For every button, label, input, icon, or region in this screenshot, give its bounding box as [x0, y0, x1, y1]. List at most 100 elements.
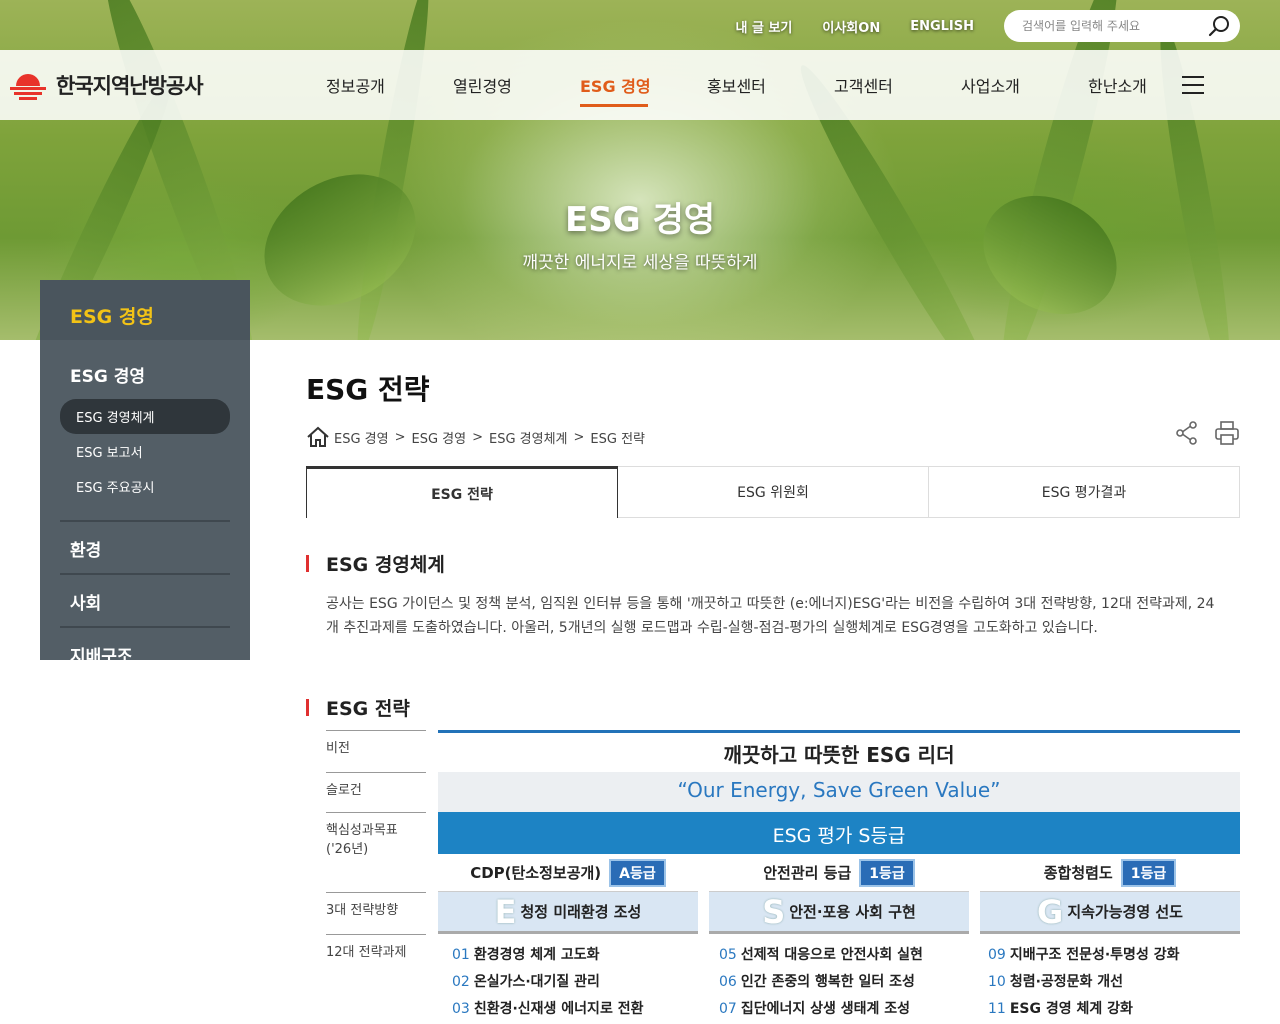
kpi-cdp: CDP(탄소정보공개) A등급: [438, 854, 698, 892]
gnb-item-open[interactable]: 열린경영: [443, 73, 570, 97]
hero-title: ESG 경영: [564, 200, 716, 240]
side-navigation: ESG 경영 ESG 경영 ESG 경영체계 ESG 보고서 ESG 주요공시 …: [40, 280, 250, 667]
home-icon[interactable]: [306, 426, 330, 448]
search-input[interactable]: [1022, 19, 1208, 33]
goal-text: ESG 평가 S등급: [772, 825, 906, 847]
gnb-item-business[interactable]: 사업소개: [951, 73, 1078, 97]
lnb-subitem-framework[interactable]: ESG 경영체계: [60, 399, 230, 434]
lnb-item-esg[interactable]: ESG 경영: [60, 362, 230, 387]
task-text: 선제적 대응으로 안전사회 실현: [740, 947, 923, 963]
breadcrumb-item[interactable]: ESG 전략: [590, 428, 645, 447]
tab-esg-committee[interactable]: ESG 위원회: [618, 466, 929, 518]
task-number: 06: [719, 974, 737, 990]
print-icon[interactable]: [1214, 420, 1240, 446]
task-item: 11 ESG 경영 체계 강화: [988, 998, 1133, 1018]
strategy-diagram: 비전 슬로건 핵심성과목표 ('26년) 3대 전략방향 12대 전략과제 깨끗…: [306, 730, 1240, 1024]
section-title-framework: ESG 경영체계: [306, 550, 445, 577]
lnb-item-governance[interactable]: 지배구조: [70, 642, 250, 667]
task-text: 지배구조 전문성·투명성 강화: [1009, 947, 1180, 963]
task-text: 인간 존중의 행복한 일터 조성: [740, 974, 915, 990]
breadcrumb-item[interactable]: ESG 경영: [334, 428, 389, 447]
section-text-framework: 공사는 ESG 가이던스 및 정책 분석, 임직원 인터뷰 등을 통해 '깨끗하…: [326, 596, 1215, 636]
direction-label: 청정 미래환경 조성: [520, 903, 642, 921]
task-text: 집단에너지 상생 생태계 조성: [740, 1001, 911, 1017]
english-link[interactable]: ENGLISH: [910, 19, 974, 34]
chevron-right-icon: >: [472, 429, 483, 445]
board-on-link[interactable]: 이사회ON: [822, 17, 880, 36]
direction-e: E 청정 미래환경 조성: [438, 892, 698, 934]
tab-esg-evaluation[interactable]: ESG 평가결과: [929, 466, 1240, 518]
task-item: 06 인간 존중의 행복한 일터 조성: [719, 971, 915, 991]
gnb-item-customer[interactable]: 고객센터: [824, 73, 951, 97]
kpi-label: CDP(탄소정보공개): [470, 864, 602, 882]
lnb-title: ESG 경영: [40, 280, 250, 340]
task-item: 10 청렴·공정문화 개선: [988, 971, 1123, 991]
row-label-tasks: 12대 전략과제: [326, 934, 426, 1024]
lnb-section-social: 사회: [60, 575, 230, 628]
gnb-item-esg[interactable]: ESG 경영: [570, 73, 697, 107]
kpi-integrity: 종합청렴도 1등급: [980, 854, 1240, 892]
gnb-menu: 정보공개 열린경영 ESG 경영 홍보센터 고객센터 사업소개 한난소개: [316, 73, 1205, 107]
gnb-item-info[interactable]: 정보공개: [316, 73, 443, 97]
breadcrumb-item[interactable]: ESG 경영: [412, 428, 467, 447]
hero-subtitle: 깨끗한 에너지로 세상을 따뜻하게: [522, 253, 758, 273]
task-text: ESG 경영 체계 강화: [1009, 1001, 1133, 1017]
logo-sun-icon: [10, 68, 46, 102]
kpi-badge: 1등급: [859, 858, 915, 887]
task-number: 07: [719, 1001, 737, 1017]
row-label-directions: 3대 전략방향: [326, 892, 426, 934]
task-number: 10: [988, 974, 1006, 990]
slogan-text: “Our Energy, Save Green Value”: [677, 778, 1001, 802]
row-label-vision: 비전: [326, 730, 426, 772]
utility-bar: 내 글 보기 이사회ON ENGLISH: [735, 10, 1240, 42]
task-text: 온실가스·대기질 관리: [473, 974, 600, 990]
direction-g: G 지속가능경영 선도: [980, 892, 1240, 934]
breadcrumb: ESG 경영 > ESG 경영 > ESG 경영체계 > ESG 전략: [306, 426, 651, 448]
task-item: 01 환경경영 체계 고도화: [452, 944, 600, 964]
task-item: 07 집단에너지 상생 생태계 조성: [719, 998, 910, 1018]
lnb-subitem-disclosure[interactable]: ESG 주요공시: [60, 469, 230, 504]
page-tools: [1174, 420, 1240, 446]
chevron-right-icon: >: [573, 429, 585, 445]
direction-label: 안전·포용 사회 구현: [789, 903, 916, 921]
search-box: [1004, 10, 1240, 42]
row-label-slogan: 슬로건: [326, 772, 426, 812]
breadcrumb-item[interactable]: ESG 경영체계: [489, 428, 568, 447]
logo-text: 한국지역난방공사: [56, 74, 204, 98]
page-title: ESG 전략: [306, 373, 430, 406]
vision-box: 깨끗하고 따뜻한 ESG 리더: [438, 730, 1240, 772]
search-icon[interactable]: [1208, 15, 1230, 37]
direction-label: 지속가능경영 선도: [1067, 903, 1183, 921]
lnb-item-environment[interactable]: 환경: [70, 536, 230, 561]
task-text: 친환경·신재생 에너지로 전환: [473, 1001, 644, 1017]
row-label-goal: 핵심성과목표 ('26년): [326, 812, 426, 892]
direction-letter: E: [494, 892, 517, 931]
task-item: 05 선제적 대응으로 안전사회 실현: [719, 944, 923, 964]
task-number: 02: [452, 974, 470, 990]
logo[interactable]: 한국지역난방공사: [10, 68, 300, 102]
kpi-label: 종합청렴도: [1043, 864, 1113, 882]
task-item: 03 친환경·신재생 에너지로 전환: [452, 998, 643, 1018]
tab-bar: ESG 전략 ESG 위원회 ESG 평가결과: [306, 466, 1240, 518]
lnb-section-environment: 환경: [60, 522, 230, 575]
lnb-subitem-report[interactable]: ESG 보고서: [60, 434, 230, 469]
task-item: 02 온실가스·대기질 관리: [452, 971, 600, 991]
kpi-safety: 안전관리 등급 1등급: [709, 854, 969, 892]
my-posts-link[interactable]: 내 글 보기: [735, 17, 792, 36]
task-text: 환경경영 체계 고도화: [473, 947, 600, 963]
share-icon[interactable]: [1174, 420, 1200, 446]
task-number: 11: [988, 1001, 1006, 1017]
kpi-badge: 1등급: [1120, 858, 1177, 887]
task-text: 청렴·공정문화 개선: [1009, 974, 1124, 990]
direction-letter: S: [762, 892, 786, 931]
menu-icon[interactable]: [1182, 76, 1204, 94]
lnb-item-social[interactable]: 사회: [70, 589, 230, 614]
direction-s: S 안전·포용 사회 구현: [709, 892, 969, 934]
tab-esg-strategy[interactable]: ESG 전략: [306, 466, 618, 518]
direction-letter: G: [1037, 892, 1064, 931]
gnb-item-pr[interactable]: 홍보센터: [697, 73, 824, 97]
task-number: 05: [719, 947, 737, 963]
lnb-section-governance: 지배구조: [40, 628, 250, 679]
main-navigation: 한국지역난방공사 정보공개 열린경영 ESG 경영 홍보센터 고객센터 사업소개…: [0, 50, 1280, 120]
task-number: 03: [452, 1001, 470, 1017]
